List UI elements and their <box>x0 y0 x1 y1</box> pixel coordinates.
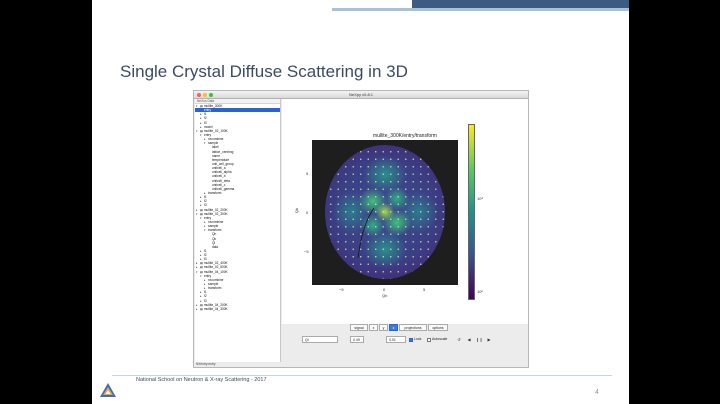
plot-panel[interactable]: mullite_300K/entry/transform 5 0 −5 Qk −… <box>282 99 528 324</box>
tab-x[interactable]: x <box>369 324 378 331</box>
tree-row-label: mullite_04_300K <box>203 306 228 311</box>
tree-rows: ▾ ▤ mullite_300K entry ▸ f1 ▸ f2 ▸ f3 ▸ model ▾ ▤ mu… <box>195 104 280 311</box>
header-accent-stripe <box>332 8 629 11</box>
lock-label: Lock <box>414 337 422 341</box>
tab-y[interactable]: y <box>379 324 388 331</box>
right-letterbox <box>629 0 720 404</box>
presentation-slide: Single Crystal Diffuse Scattering in 3D … <box>92 0 629 404</box>
nexus-tree-panel[interactable]: NeXus Data ▾ ▤ mullite_300K entry ▸ f1 ▸ f2 ▸ f3… <box>195 99 281 362</box>
footer-text: National School on Neutron & X-ray Scatt… <box>136 377 267 383</box>
colorbar[interactable] <box>468 124 475 300</box>
plot-axes[interactable] <box>312 140 458 285</box>
pause-icon[interactable]: ❙❙ <box>476 336 483 343</box>
tab-z[interactable]: z <box>389 324 398 331</box>
tab-options[interactable]: options <box>428 324 448 331</box>
tree-status: NXentry:entry <box>196 362 216 366</box>
x-tick-label: 5 <box>423 287 426 292</box>
axis-select[interactable]: Ql <box>302 336 338 343</box>
tree-row-label: transform <box>208 286 222 291</box>
y-tick-label: 5 <box>306 171 309 176</box>
school-logo-icon <box>100 383 116 397</box>
tree-row-label: data <box>212 244 219 249</box>
reference-arc <box>357 207 375 259</box>
x-axis-label: Qh <box>382 293 388 298</box>
nexpy-window[interactable]: NeXpy v0.8.1 NeXus Data ▾ ▤ mullite_300K e… <box>193 90 529 368</box>
autoscale-label: Autoscale <box>432 337 448 341</box>
step-input[interactable]: 0.01 <box>386 336 406 343</box>
left-letterbox <box>0 0 92 404</box>
tab-projections[interactable]: projections <box>399 324 427 331</box>
axis-value-input[interactable]: 0.49 <box>350 336 364 343</box>
page-number: 4 <box>595 389 599 396</box>
step-back-icon[interactable]: ◀ <box>466 336 472 343</box>
tree-row[interactable]: ▸ ▤ mullite_04_300K <box>195 307 280 311</box>
y-tick-label: −5 <box>304 249 309 254</box>
autoscale-checkbox[interactable] <box>427 337 431 342</box>
colorbar-tick-label: 10³ <box>477 196 483 201</box>
y-axis-label: Qk <box>294 207 300 214</box>
step-forward-icon[interactable]: ▶ <box>486 336 492 343</box>
lock-checkbox[interactable] <box>409 337 413 342</box>
plot-tabs: signal x y z projections options <box>282 324 528 333</box>
slide-title: Single Crystal Diffuse Scattering in 3D <box>120 62 408 81</box>
loop-icon[interactable]: ↺ <box>456 336 462 343</box>
x-tick-label: −5 <box>339 287 344 292</box>
window-title: NeXpy v0.8.1 <box>348 92 373 97</box>
header-accent-bar <box>412 0 629 8</box>
x-tick-label: 0 <box>383 287 386 292</box>
plot-title: mullite_300K/entry/transform <box>373 133 437 139</box>
tab-signal[interactable]: signal <box>350 324 368 331</box>
z-axis-controls: Ql 0.49 0.01 Lock Autoscale ↺ ◀ ❙❙ ▶ <box>282 336 528 346</box>
window-titlebar[interactable]: NeXpy v0.8.1 <box>194 91 528 99</box>
tree-row-label: transform <box>208 190 222 195</box>
y-tick-label: 0 <box>306 210 309 215</box>
colorbar-tick-label: 10² <box>477 289 483 294</box>
footer-divider <box>112 375 612 376</box>
